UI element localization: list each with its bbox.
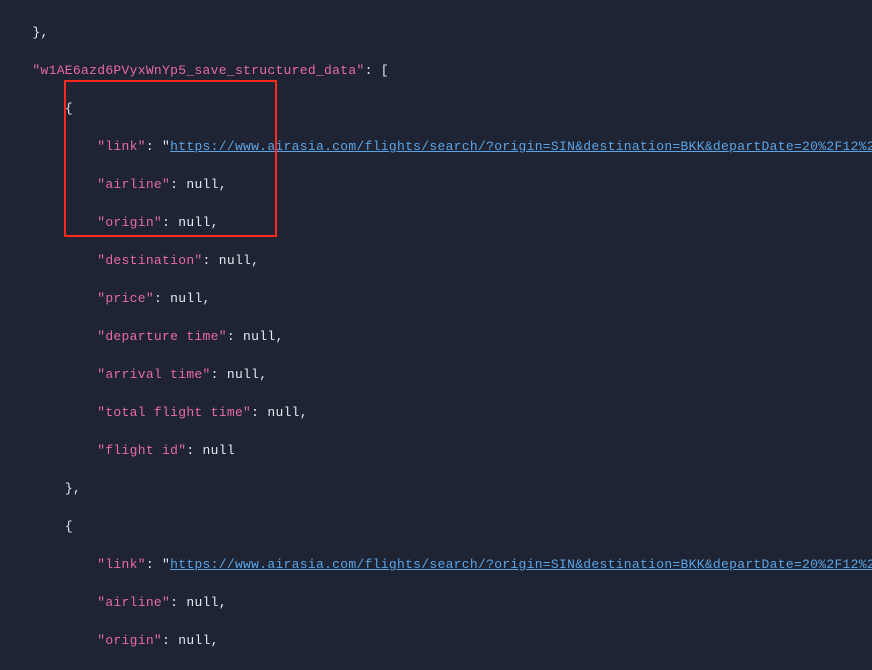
- punct: :: [154, 291, 170, 306]
- json-key: "airline": [97, 595, 170, 610]
- punct: :: [227, 329, 243, 344]
- code-block: }, "w1AE6azd6PVyxWnYp5_save_structured_d…: [0, 0, 872, 670]
- json-null: null,: [186, 595, 227, 610]
- indent: [0, 595, 97, 610]
- json-key: "arrival time": [97, 367, 210, 382]
- json-key: "w1AE6azd6PVyxWnYp5_save_structured_data…: [32, 63, 364, 78]
- json-key: "link": [97, 557, 146, 572]
- indent: [0, 405, 97, 420]
- indent: [0, 443, 97, 458]
- json-null: null: [203, 443, 235, 458]
- indent: [0, 139, 97, 154]
- punct: :: [146, 139, 162, 154]
- punct: :: [186, 443, 202, 458]
- indent: [0, 519, 65, 534]
- punct: :: [251, 405, 267, 420]
- json-null: null,: [227, 367, 268, 382]
- punct: : [: [365, 63, 389, 78]
- url-link[interactable]: https://www.airasia.com/flights/search/?…: [170, 557, 872, 572]
- punct: :: [170, 177, 186, 192]
- json-null: null,: [267, 405, 308, 420]
- json-null: null,: [243, 329, 284, 344]
- indent: [0, 291, 97, 306]
- json-key: "origin": [97, 215, 162, 230]
- brace-close: },: [32, 25, 48, 40]
- indent: [0, 177, 97, 192]
- indent: [0, 367, 97, 382]
- json-key: "airline": [97, 177, 170, 192]
- punct: :: [203, 253, 219, 268]
- json-null: null,: [219, 253, 260, 268]
- json-null: null,: [186, 177, 227, 192]
- indent: [0, 329, 97, 344]
- json-key: "origin": [97, 633, 162, 648]
- punct: :: [211, 367, 227, 382]
- quote: ": [162, 557, 170, 572]
- indent: [0, 215, 97, 230]
- indent: [0, 253, 97, 268]
- json-null: null,: [178, 215, 219, 230]
- json-null: null,: [170, 291, 211, 306]
- quote: ": [162, 139, 170, 154]
- indent: [0, 633, 97, 648]
- json-key: "price": [97, 291, 154, 306]
- json-key: "total flight time": [97, 405, 251, 420]
- punct: :: [146, 557, 162, 572]
- indent: [0, 101, 65, 116]
- json-key: "link": [97, 139, 146, 154]
- json-key: "destination": [97, 253, 202, 268]
- brace-close: },: [65, 481, 81, 496]
- url-link[interactable]: https://www.airasia.com/flights/search/?…: [170, 139, 872, 154]
- indent: [0, 63, 32, 78]
- json-key: "flight id": [97, 443, 186, 458]
- brace-open: {: [65, 101, 73, 116]
- punct: :: [162, 215, 178, 230]
- punct: :: [162, 633, 178, 648]
- indent: [0, 557, 97, 572]
- json-null: null,: [178, 633, 219, 648]
- punct: :: [170, 595, 186, 610]
- brace-open: {: [65, 519, 73, 534]
- indent: [0, 481, 65, 496]
- indent: [0, 25, 32, 40]
- json-key: "departure time": [97, 329, 227, 344]
